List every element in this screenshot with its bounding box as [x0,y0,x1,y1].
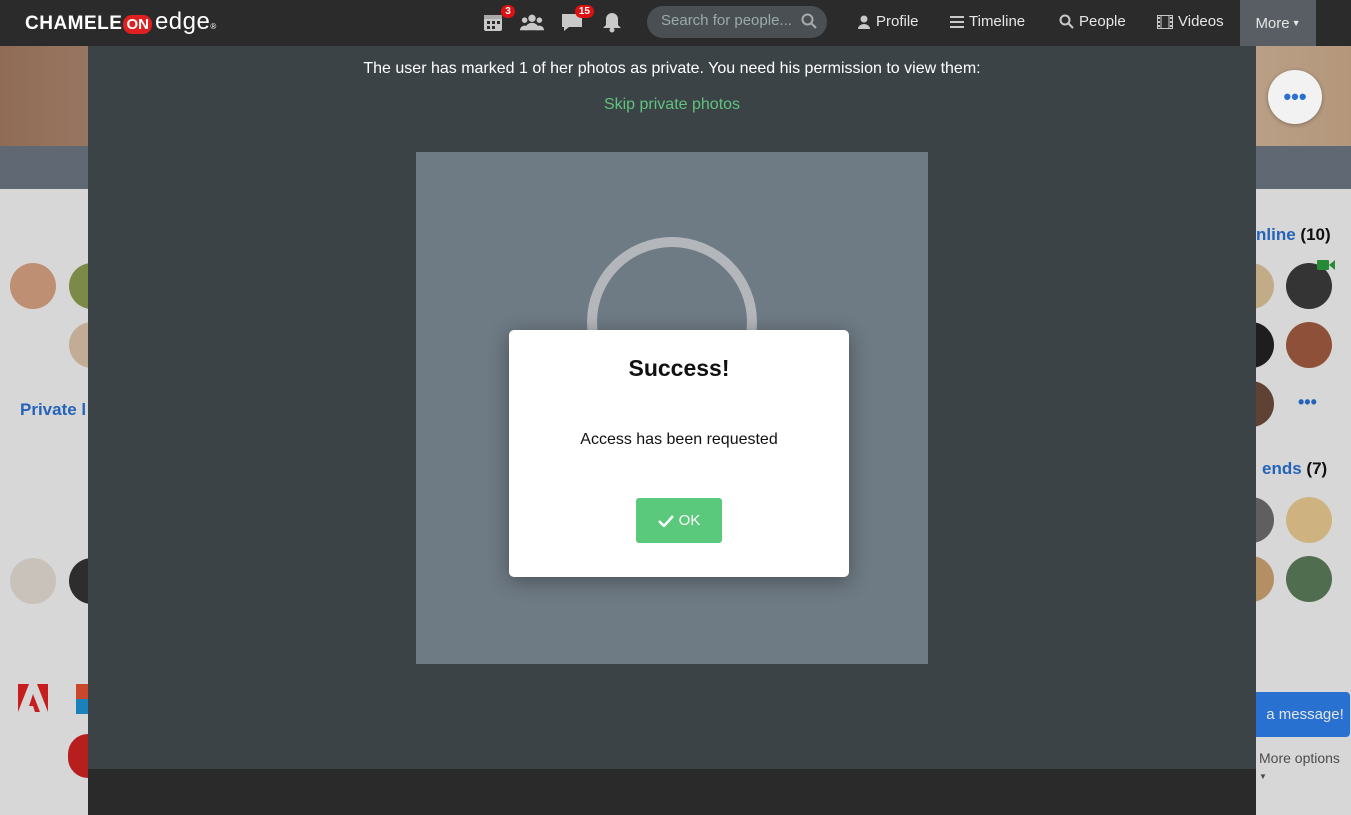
search-input[interactable]: Search for people... [647,6,827,38]
dialog-title: Success! [628,355,730,381]
search-people-icon [1059,14,1074,29]
nav-people[interactable]: People [1059,13,1126,30]
list-icon [950,15,964,28]
caret-down-icon: ▼ [1291,18,1301,28]
modal-footer [88,769,1256,815]
nav-videos-label: Videos [1178,13,1224,30]
nav-timeline[interactable]: Timeline [950,13,1025,30]
film-icon [1157,14,1173,29]
ok-button[interactable]: OK [636,498,722,543]
groups-icon[interactable] [520,10,544,34]
nav-more-dropdown[interactable]: More ▼ [1240,0,1316,46]
nav-videos[interactable]: Videos [1157,13,1224,30]
ok-button-label: OK [678,512,701,529]
logo-text-post: edge [154,8,211,35]
dialog-message: Access has been requested [580,431,778,448]
private-photos-notice: The user has marked 1 of her photos as p… [363,60,981,77]
logo-text-pre: CHAMELE [25,13,123,34]
search-icon[interactable] [801,13,817,33]
nav-profile[interactable]: Profile [857,13,919,30]
nav-timeline-label: Timeline [969,13,1026,30]
calendar-icon[interactable]: 3 [481,5,515,34]
logo-registered-mark: ® [210,22,217,31]
nav-profile-label: Profile [876,13,919,30]
checkmark-icon [657,514,674,527]
success-dialog: Success! Access has been requested OK [509,330,849,577]
user-icon [858,15,870,29]
bell-icon[interactable] [600,10,624,34]
search-placeholder: Search for people... [661,12,792,29]
top-navbar: CHAMELE ON edge ® 3 15 Search for people… [0,0,1351,46]
skip-private-photos-link[interactable]: Skip private photos [88,96,1256,114]
profile-more-actions-button[interactable]: ••• [1268,70,1322,124]
messages-badge: 15 [574,5,594,18]
logo-text-on: ON [123,15,152,34]
logo[interactable]: CHAMELE ON edge ® [25,8,216,38]
nav-people-label: People [1079,13,1126,30]
ellipsis-icon: ••• [1283,84,1307,109]
nav-more-label: More [1255,14,1290,32]
messages-icon[interactable]: 15 [560,5,594,34]
calendar-badge: 3 [501,5,515,18]
